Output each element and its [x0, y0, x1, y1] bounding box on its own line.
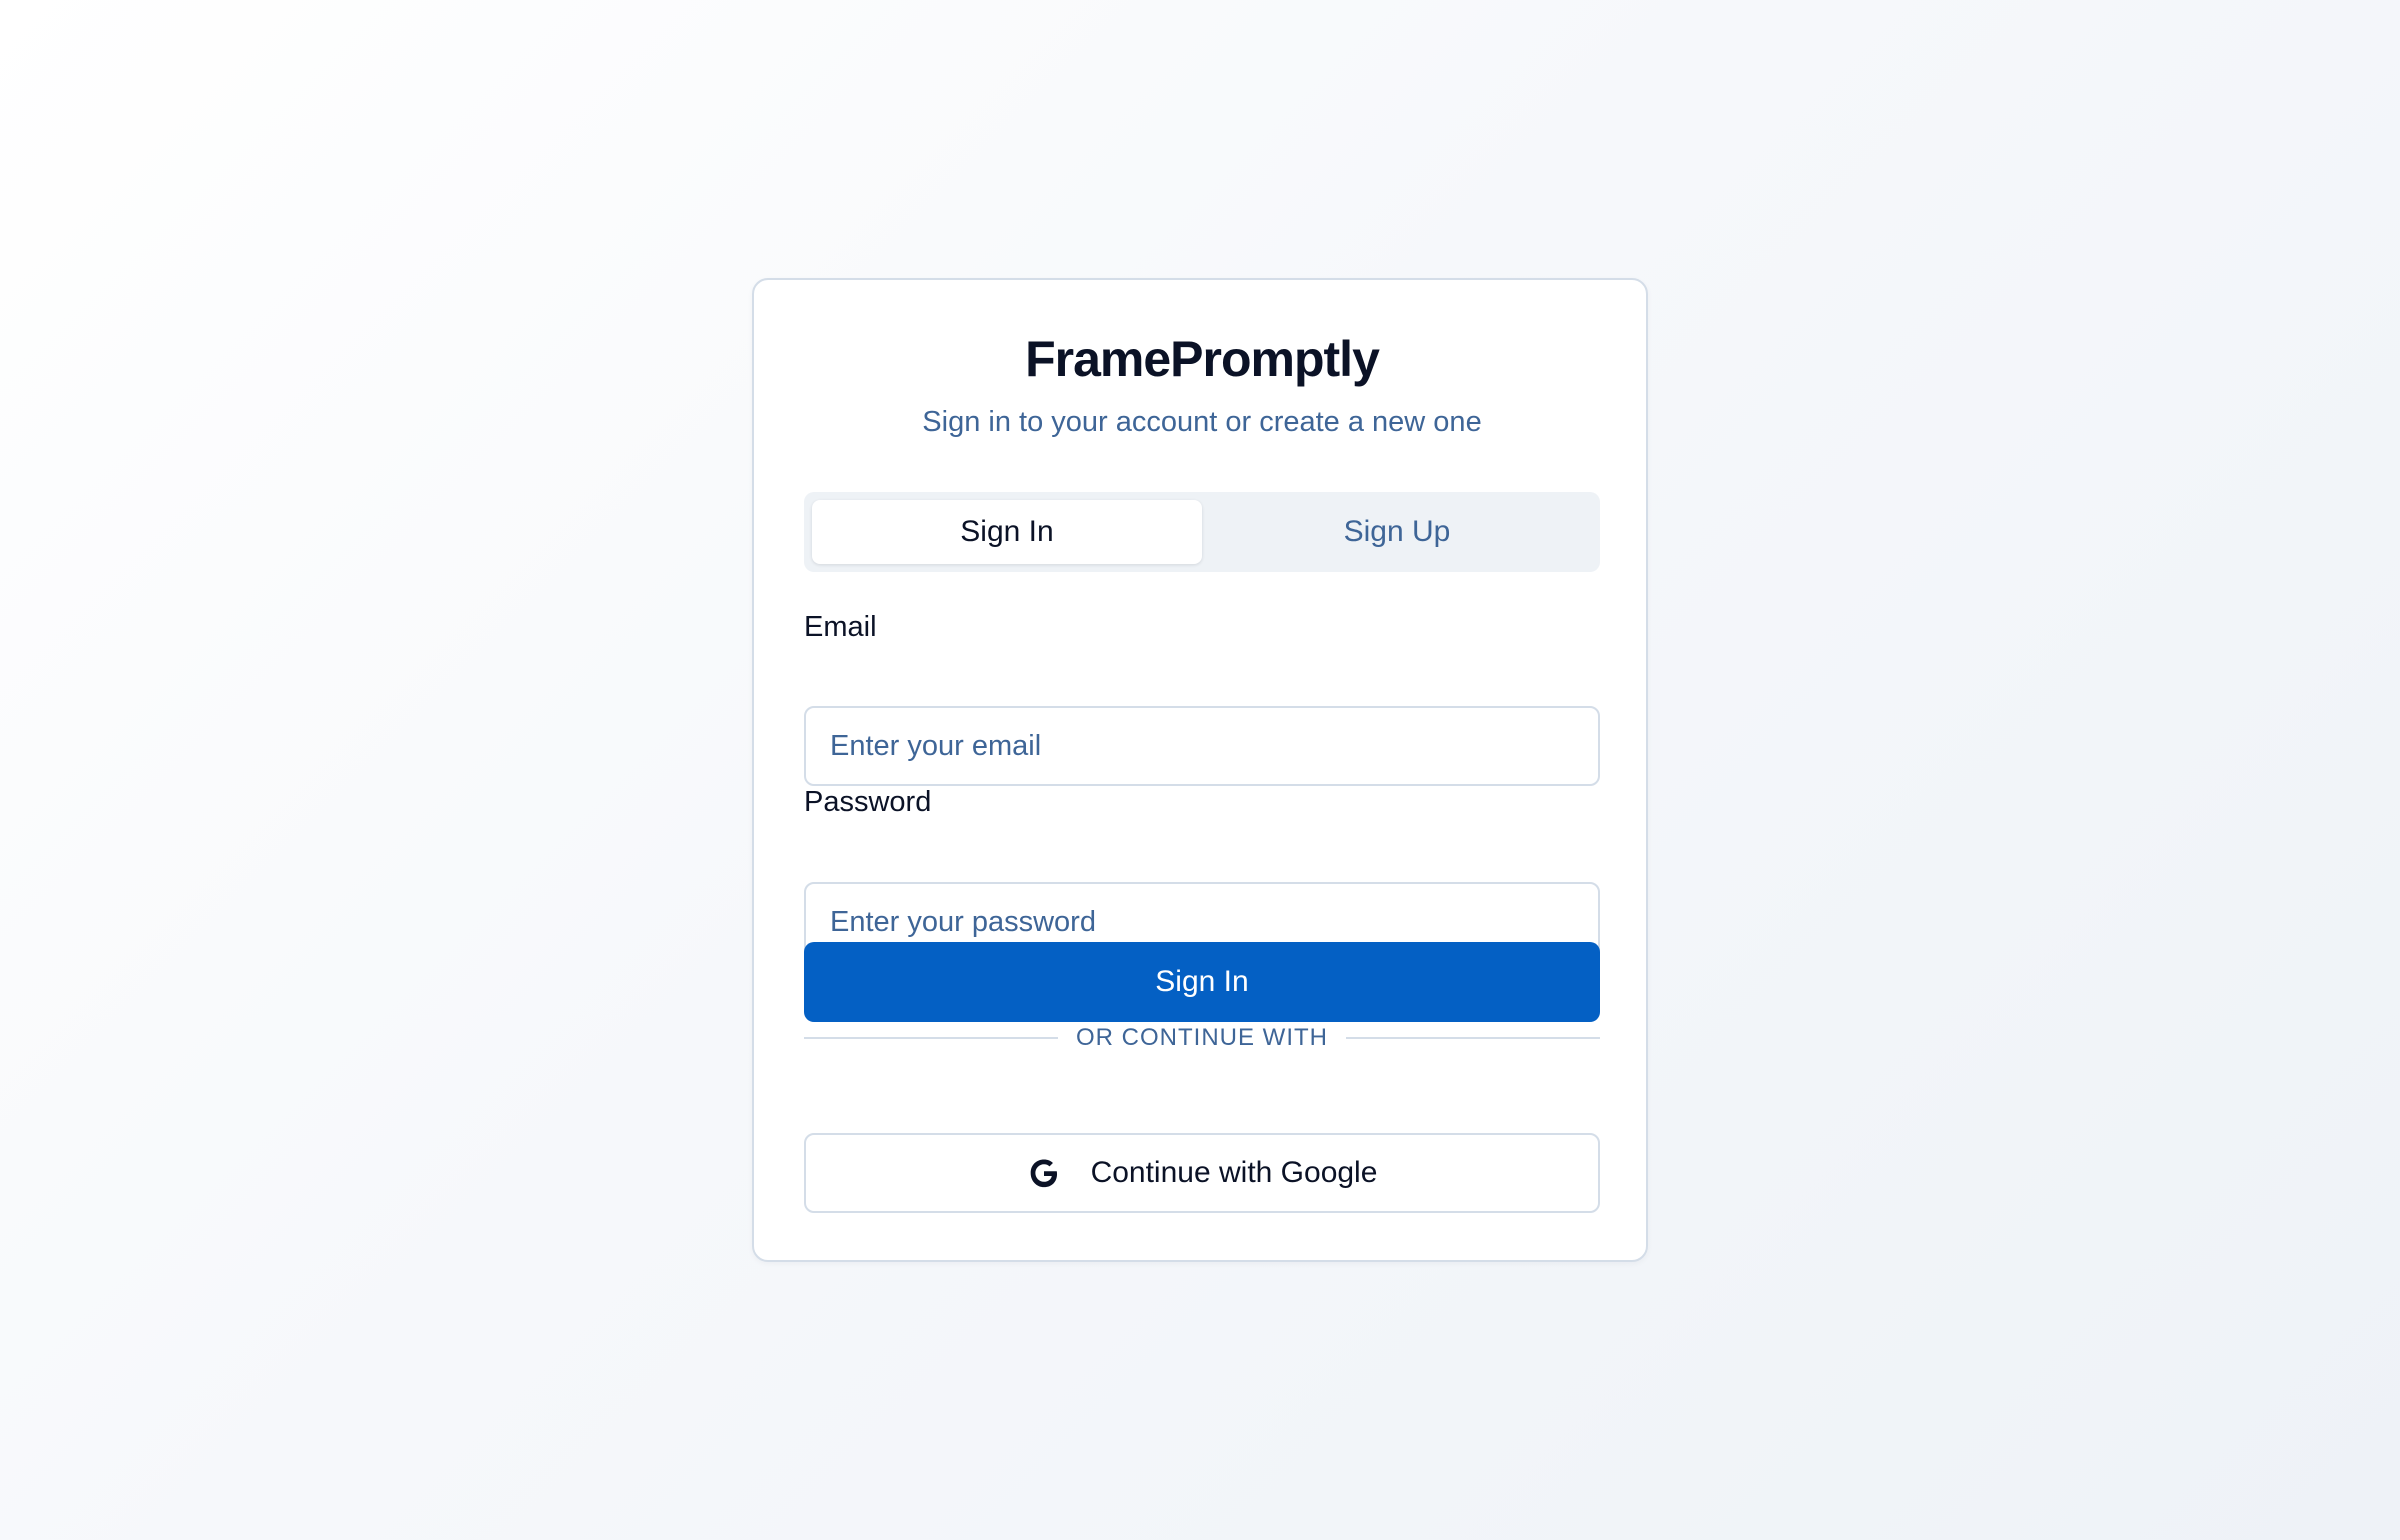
google-signin-label: Continue with Google: [1090, 1156, 1378, 1189]
password-label: Password: [804, 786, 932, 818]
app-subtitle: Sign in to your account or create a new …: [922, 406, 1482, 438]
divider-line-left: [804, 1037, 1059, 1039]
google-signin-button[interactable]: Continue with Google: [804, 1133, 1600, 1213]
divider-text: OR CONTINUE WITH: [1076, 1024, 1328, 1051]
tab-sign-in[interactable]: Sign In: [812, 500, 1202, 564]
auth-tabs: Sign In Sign Up: [804, 492, 1600, 572]
app-title: FramePromptly: [1025, 331, 1380, 387]
email-label: Email: [804, 611, 877, 643]
google-icon: [1030, 1159, 1057, 1188]
auth-card: FramePromptly Sign in to your account or…: [752, 278, 1648, 1262]
email-input[interactable]: [804, 706, 1600, 786]
or-continue-divider: OR CONTINUE WITH: [804, 1008, 1601, 1068]
tab-sign-up[interactable]: Sign Up: [1202, 500, 1592, 564]
divider-line-right: [1346, 1037, 1601, 1039]
